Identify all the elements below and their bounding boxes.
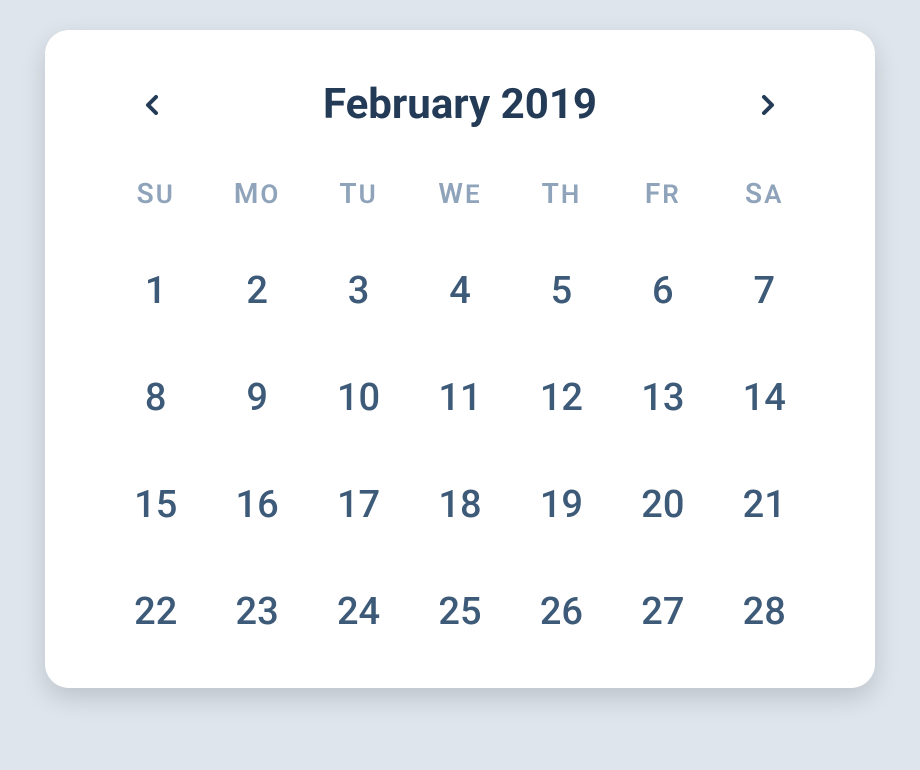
day-cell[interactable]: 23 (206, 586, 307, 638)
chevron-right-icon (755, 89, 779, 121)
day-cell[interactable]: 11 (409, 372, 510, 424)
day-header-sa: Sa (714, 177, 815, 210)
day-cell[interactable]: 15 (105, 479, 206, 531)
day-cell[interactable]: 21 (714, 479, 815, 531)
next-month-button[interactable] (747, 81, 787, 129)
day-cell[interactable]: 20 (612, 479, 713, 531)
day-cell[interactable]: 28 (714, 586, 815, 638)
calendar-widget: February 2019 Su Mo Tu We Th Fr Sa 1 2 3… (45, 30, 875, 688)
day-cell[interactable]: 1 (105, 265, 206, 317)
month-year-title[interactable]: February 2019 (323, 80, 597, 129)
day-cell[interactable]: 16 (206, 479, 307, 531)
day-cell[interactable]: 7 (714, 265, 815, 317)
day-cell[interactable]: 5 (511, 265, 612, 317)
day-header-mo: Mo (206, 177, 307, 210)
day-cell[interactable]: 18 (409, 479, 510, 531)
calendar-grid: Su Mo Tu We Th Fr Sa 1 2 3 4 5 6 7 8 9 1… (105, 177, 815, 638)
day-header-fr: Fr (612, 177, 713, 210)
chevron-left-icon (141, 89, 165, 121)
previous-month-button[interactable] (133, 81, 173, 129)
day-cell[interactable]: 13 (612, 372, 713, 424)
day-cell[interactable]: 3 (308, 265, 409, 317)
day-cell[interactable]: 17 (308, 479, 409, 531)
calendar-header: February 2019 (105, 80, 815, 129)
day-cell[interactable]: 10 (308, 372, 409, 424)
day-header-we: We (409, 177, 510, 210)
day-cell[interactable]: 8 (105, 372, 206, 424)
day-cell[interactable]: 27 (612, 586, 713, 638)
day-cell[interactable]: 24 (308, 586, 409, 638)
day-cell[interactable]: 19 (511, 479, 612, 531)
day-cell[interactable]: 9 (206, 372, 307, 424)
day-cell[interactable]: 12 (511, 372, 612, 424)
day-cell[interactable]: 4 (409, 265, 510, 317)
day-cell[interactable]: 14 (714, 372, 815, 424)
day-cell[interactable]: 6 (612, 265, 713, 317)
day-header-tu: Tu (308, 177, 409, 210)
day-header-th: Th (511, 177, 612, 210)
day-cell[interactable]: 22 (105, 586, 206, 638)
day-cell[interactable]: 26 (511, 586, 612, 638)
day-cell[interactable]: 2 (206, 265, 307, 317)
day-header-su: Su (105, 177, 206, 210)
day-cell[interactable]: 25 (409, 586, 510, 638)
